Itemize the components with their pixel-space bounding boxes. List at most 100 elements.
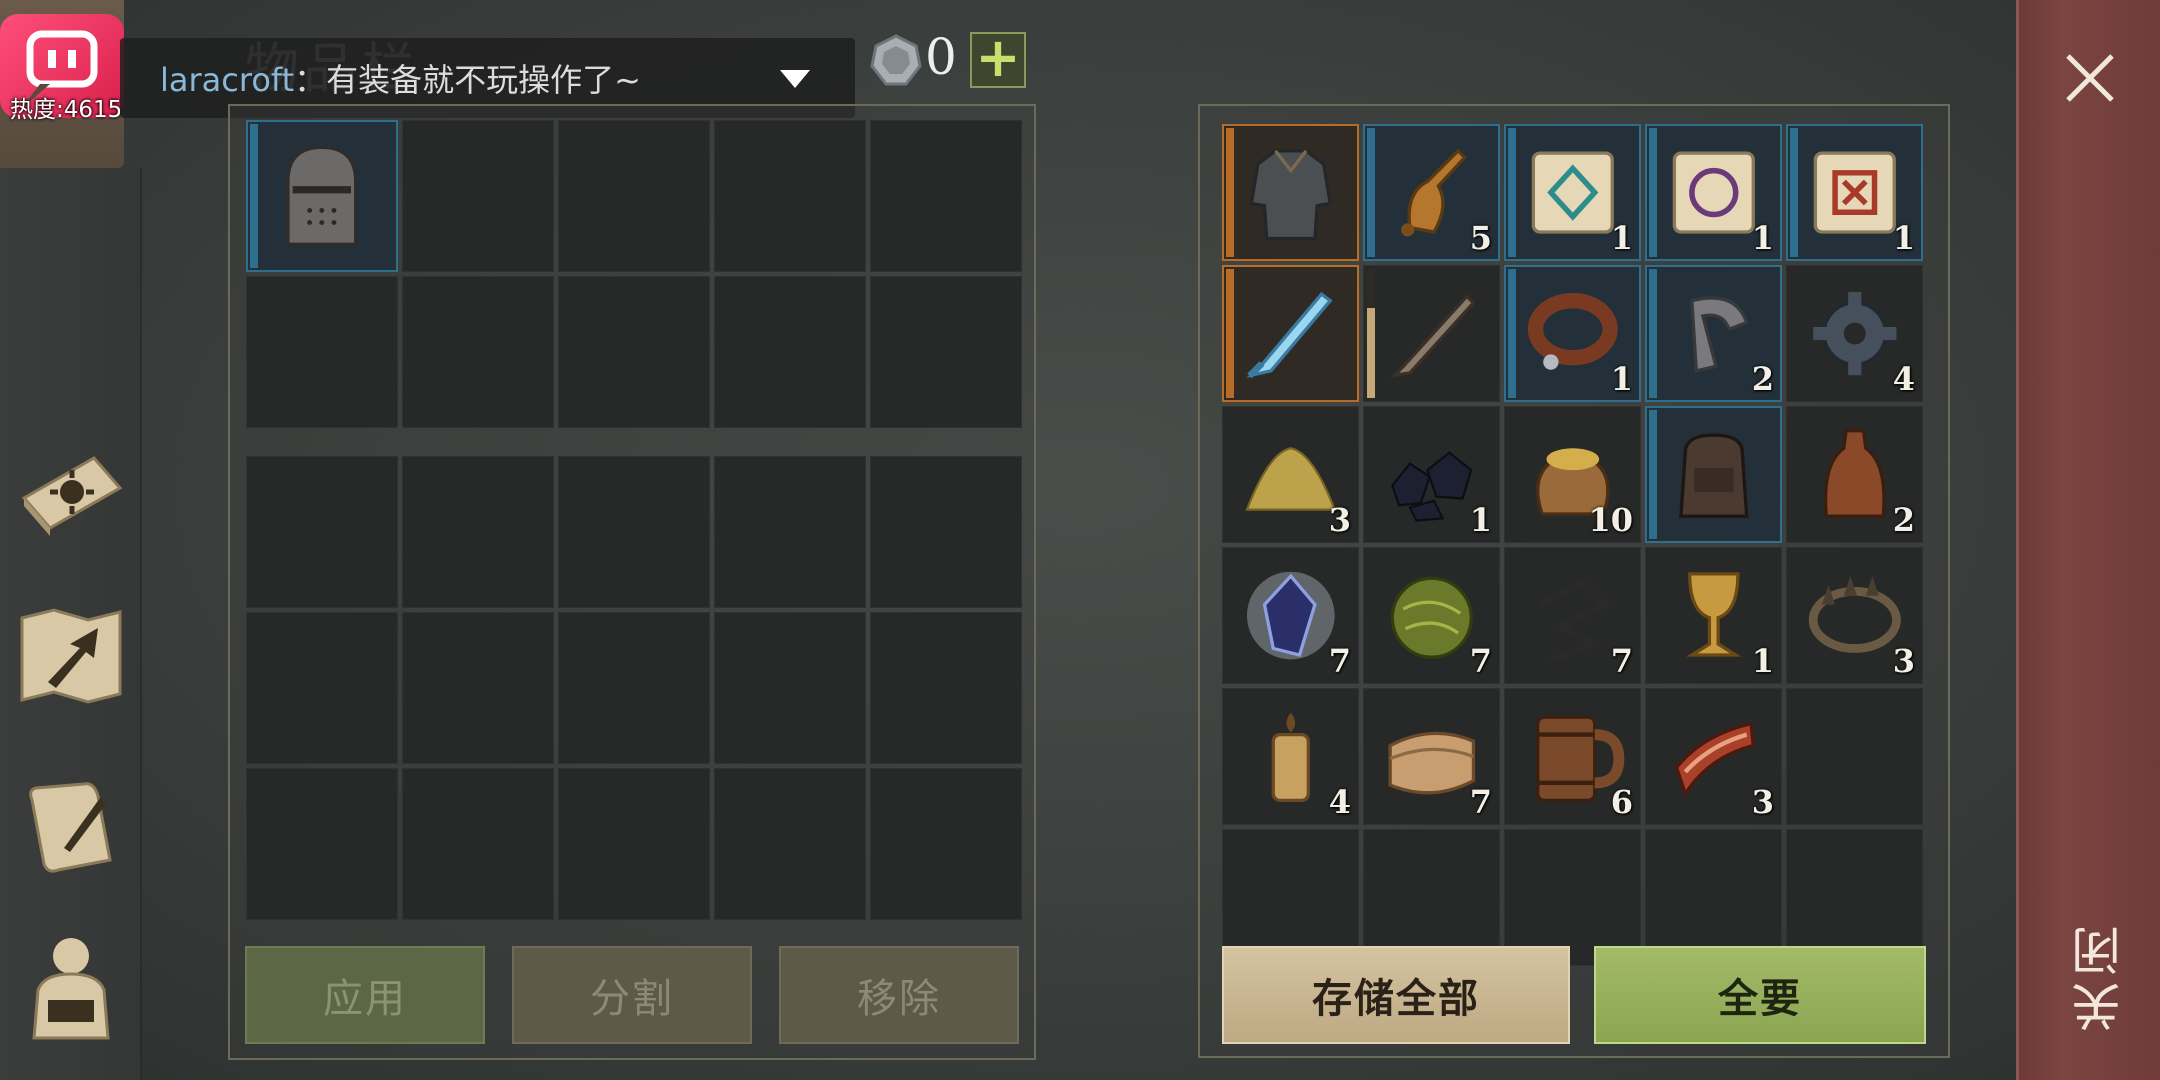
store-all-button[interactable]: 存储全部 xyxy=(1222,946,1570,1044)
durability-bar xyxy=(1649,269,1657,398)
chest-slot[interactable] xyxy=(1645,406,1782,543)
item-quantity: 2 xyxy=(1751,360,1774,398)
inventory-slot[interactable] xyxy=(246,120,398,272)
chat-user: laracroft xyxy=(160,61,295,99)
inventory-slot[interactable] xyxy=(246,612,398,764)
sidebar xyxy=(0,168,142,1080)
inventory-slot[interactable] xyxy=(558,612,710,764)
chest-slot[interactable]: 1 xyxy=(1363,406,1500,543)
chest-slot[interactable] xyxy=(1786,688,1923,825)
chat-message: laracroft：有装备就不玩操作了~ xyxy=(160,55,641,101)
chest-slot[interactable]: 1 xyxy=(1786,124,1923,261)
inventory-slot[interactable] xyxy=(246,456,398,608)
item-quantity: 3 xyxy=(1892,642,1915,680)
take-all-button[interactable]: 全要 xyxy=(1594,946,1926,1044)
inventory-slot[interactable] xyxy=(558,276,710,428)
split-button[interactable]: 分割 xyxy=(512,946,752,1044)
item-quantity: 2 xyxy=(1892,501,1915,539)
chest-slot[interactable]: 2 xyxy=(1645,265,1782,402)
chest-slot[interactable]: 5 xyxy=(1363,124,1500,261)
chat-text: ：有装备就不玩操作了~ xyxy=(294,61,641,99)
chevron-down-icon[interactable] xyxy=(780,70,810,88)
inventory-slot[interactable] xyxy=(870,456,1022,608)
chest-slot[interactable]: 3 xyxy=(1222,406,1359,543)
close-button-label[interactable]: 关闭 xyxy=(2064,920,2136,1032)
chest-grid: 5 1 1 1 1 2 4 3 1 10 2 7 7 7 1 3 4 7 6 3 xyxy=(1222,124,1923,966)
durability-bar xyxy=(1367,269,1375,398)
inventory-slot[interactable] xyxy=(714,276,866,428)
item-quantity: 7 xyxy=(1328,642,1351,680)
inventory-slot[interactable] xyxy=(402,768,554,920)
chest-slot[interactable]: 10 xyxy=(1504,406,1641,543)
inventory-slot[interactable] xyxy=(402,456,554,608)
silver-coin-icon xyxy=(870,34,922,86)
inventory-slot[interactable] xyxy=(558,120,710,272)
chest-slot[interactable]: 4 xyxy=(1222,688,1359,825)
item-quantity: 7 xyxy=(1469,642,1492,680)
iron-sword-icon xyxy=(1389,293,1476,378)
durability-bar xyxy=(250,124,258,268)
durability-bar xyxy=(1226,128,1234,257)
sidebar-item-crafting[interactable] xyxy=(14,428,128,542)
chest-slot[interactable]: 1 xyxy=(1504,265,1641,402)
apply-button[interactable]: 应用 xyxy=(245,946,485,1044)
chest-slot[interactable]: 7 xyxy=(1363,547,1500,684)
great-helm-icon xyxy=(286,145,358,247)
chest-slot[interactable] xyxy=(1222,265,1359,402)
durability-bar xyxy=(1649,410,1657,539)
item-quantity: 10 xyxy=(1588,501,1633,539)
durability-bar xyxy=(1790,128,1798,257)
chest-slot[interactable]: 4 xyxy=(1786,265,1923,402)
item-quantity: 4 xyxy=(1328,783,1351,821)
chest-slot[interactable]: 1 xyxy=(1645,124,1782,261)
chest-slot[interactable]: 3 xyxy=(1645,688,1782,825)
sidebar-item-quests[interactable] xyxy=(14,768,128,882)
plus-icon: + xyxy=(975,26,1021,89)
inventory-slot[interactable] xyxy=(714,612,866,764)
chest-slot[interactable]: 7 xyxy=(1504,547,1641,684)
ice-sword-icon xyxy=(1245,291,1333,379)
item-quantity: 1 xyxy=(1892,219,1915,257)
inventory-slot[interactable] xyxy=(714,768,866,920)
item-quantity: 1 xyxy=(1751,642,1774,680)
inventory-slot[interactable] xyxy=(870,768,1022,920)
inventory-slot[interactable] xyxy=(714,456,866,608)
scroll-quill-icon xyxy=(29,782,112,873)
durability-bar xyxy=(1508,269,1516,398)
inventory-slot[interactable] xyxy=(402,120,554,272)
item-quantity: 1 xyxy=(1610,360,1633,398)
inventory-slot[interactable] xyxy=(402,276,554,428)
durability-bar xyxy=(1508,128,1516,257)
item-quantity: 3 xyxy=(1328,501,1351,539)
chest-slot[interactable]: 7 xyxy=(1222,547,1359,684)
chainmail-armor-icon xyxy=(1249,149,1332,241)
durability-bar xyxy=(1649,128,1657,257)
chest-slot[interactable] xyxy=(1363,265,1500,402)
inventory-slot[interactable] xyxy=(558,768,710,920)
chest-slot[interactable] xyxy=(1222,124,1359,261)
chest-slot[interactable]: 3 xyxy=(1786,547,1923,684)
inventory-grid-bottom xyxy=(246,456,1022,920)
sidebar-item-character[interactable] xyxy=(14,928,128,1042)
inventory-slot[interactable] xyxy=(870,120,1022,272)
chest-slot[interactable]: 6 xyxy=(1504,688,1641,825)
inventory-slot[interactable] xyxy=(558,456,710,608)
chest-slot[interactable]: 1 xyxy=(1645,547,1782,684)
item-quantity: 4 xyxy=(1892,360,1915,398)
durability-bar xyxy=(1367,128,1375,257)
inventory-slot[interactable] xyxy=(870,276,1022,428)
close-icon[interactable] xyxy=(2060,48,2120,108)
chest-slot[interactable]: 2 xyxy=(1786,406,1923,543)
inventory-slot[interactable] xyxy=(870,612,1022,764)
inventory-slot[interactable] xyxy=(246,768,398,920)
inventory-slot[interactable] xyxy=(246,276,398,428)
close-panel[interactable] xyxy=(2016,0,2160,1080)
leather-backpack-icon xyxy=(1678,433,1749,518)
add-currency-button[interactable]: + xyxy=(970,26,1026,89)
inventory-slot[interactable] xyxy=(402,612,554,764)
chest-slot[interactable]: 7 xyxy=(1363,688,1500,825)
sidebar-item-map[interactable] xyxy=(14,598,128,712)
chest-slot[interactable]: 1 xyxy=(1504,124,1641,261)
inventory-slot[interactable] xyxy=(714,120,866,272)
remove-button[interactable]: 移除 xyxy=(779,946,1019,1044)
